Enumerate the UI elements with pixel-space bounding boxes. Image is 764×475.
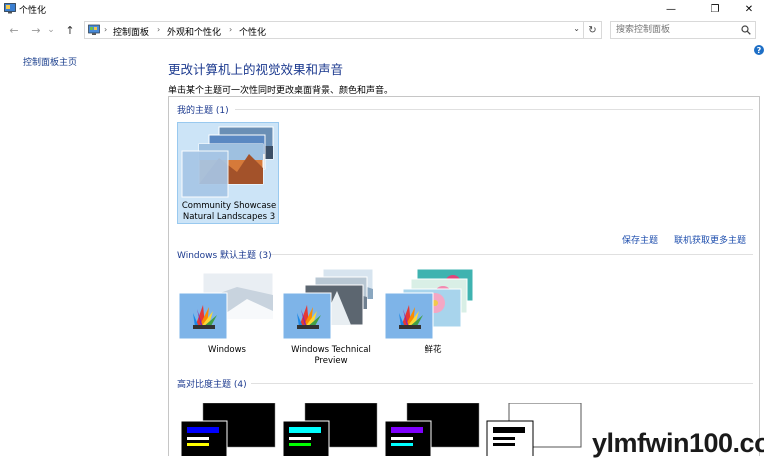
my-themes-title: 我的主题 (1) <box>177 106 229 116</box>
recent-locations-button[interactable]: ⌄ <box>46 22 56 38</box>
up-button[interactable]: ↑ <box>62 22 78 38</box>
close-button[interactable]: ✕ <box>734 0 764 18</box>
theme-tile-flowers[interactable]: 鲜花 <box>383 268 483 357</box>
windows-theme-preview <box>178 272 274 340</box>
title-bar: 个性化 — ❐ ✕ <box>0 0 764 18</box>
restore-button[interactable]: ❐ <box>700 0 730 18</box>
high-contrast-themes-title: 高对比度主题 (4) <box>177 380 247 390</box>
personalization-app-icon <box>4 3 16 14</box>
minimize-button[interactable]: — <box>656 0 686 18</box>
theme-label: Windows <box>208 345 246 355</box>
high-contrast-white-preview <box>486 402 582 456</box>
section-divider <box>251 383 753 384</box>
address-bar[interactable]: › 控制面板 › 外观和个性化 › 个性化 ⌄ <box>84 21 584 39</box>
help-icon[interactable]: ? <box>754 45 764 55</box>
close-icon: ✕ <box>744 3 754 15</box>
theme-tile-high-contrast-white[interactable] <box>485 402 583 456</box>
restore-icon: ❐ <box>710 3 720 15</box>
section-divider <box>271 254 753 255</box>
theme-tile-high-contrast-1[interactable] <box>179 402 277 456</box>
up-arrow-icon: ↑ <box>65 23 75 37</box>
sidebar-control-panel-home-link[interactable]: 控制面板主页 <box>23 55 77 68</box>
chevron-down-icon: ⌄ <box>47 25 55 35</box>
breadcrumb-separator: › <box>104 25 108 34</box>
back-arrow-icon: ← <box>9 23 19 37</box>
site-watermark: ylmfwin100.com <box>592 428 764 458</box>
control-panel-icon <box>88 24 100 35</box>
theme-tile-windows-technical-preview[interactable]: Windows Technical Preview <box>281 268 381 367</box>
back-button[interactable]: ← <box>6 22 22 38</box>
breadcrumb-separator: › <box>157 25 161 34</box>
theme-tile-natural-landscapes[interactable]: Community Showcase Natural Landscapes 3 <box>177 122 279 224</box>
high-contrast-3-preview <box>384 402 480 456</box>
breadcrumb-control-panel[interactable]: 控制面板 <box>113 25 149 38</box>
breadcrumb-appearance[interactable]: 外观和个性化 <box>167 25 221 38</box>
windows-technical-preview-preview <box>282 268 374 340</box>
navigation-bar: ← → ⌄ ↑ › 控制面板 › 外观和个性化 › 个性化 ⌄ ↻ <box>0 19 764 41</box>
address-dropdown-icon[interactable]: ⌄ <box>573 24 580 33</box>
save-theme-link[interactable]: 保存主题 <box>622 233 658 246</box>
page-title: 更改计算机上的视觉效果和声音 <box>168 62 344 77</box>
theme-tile-high-contrast-2[interactable] <box>281 402 379 456</box>
minimize-icon: — <box>666 3 676 15</box>
search-box[interactable] <box>610 21 756 39</box>
theme-label: 鲜花 <box>424 345 442 355</box>
breadcrumb-separator: › <box>229 25 233 34</box>
theme-tile-high-contrast-3[interactable] <box>383 402 481 456</box>
search-input[interactable] <box>611 22 731 38</box>
refresh-button[interactable]: ↻ <box>584 21 602 39</box>
window-title: 个性化 <box>19 6 47 16</box>
page-description: 单击某个主题可一次性同时更改桌面背景、颜色和声音。 <box>168 86 394 96</box>
theme-tile-windows[interactable]: Windows <box>177 269 277 357</box>
section-divider <box>235 109 753 110</box>
forward-button[interactable]: → <box>28 22 44 38</box>
get-more-themes-online-link[interactable]: 联机获取更多主题 <box>674 233 746 246</box>
breadcrumb-personalization[interactable]: 个性化 <box>239 25 266 38</box>
theme-label: Preview <box>314 356 348 366</box>
theme-label: Natural Landscapes 3 <box>182 212 276 222</box>
search-icon[interactable] <box>741 25 751 35</box>
high-contrast-1-preview <box>180 402 276 456</box>
high-contrast-2-preview <box>282 402 378 456</box>
flowers-theme-preview <box>384 268 474 340</box>
natural-landscapes-preview <box>181 126 274 198</box>
theme-label: Windows Technical <box>291 345 371 355</box>
forward-arrow-icon: → <box>31 23 41 37</box>
theme-label: Community Showcase <box>181 201 277 211</box>
windows-default-themes-title: Windows 默认主题 (3) <box>177 251 272 261</box>
refresh-icon: ↻ <box>588 24 597 36</box>
themes-panel[interactable]: 我的主题 (1) Community Showcase Natural Land… <box>168 96 760 456</box>
